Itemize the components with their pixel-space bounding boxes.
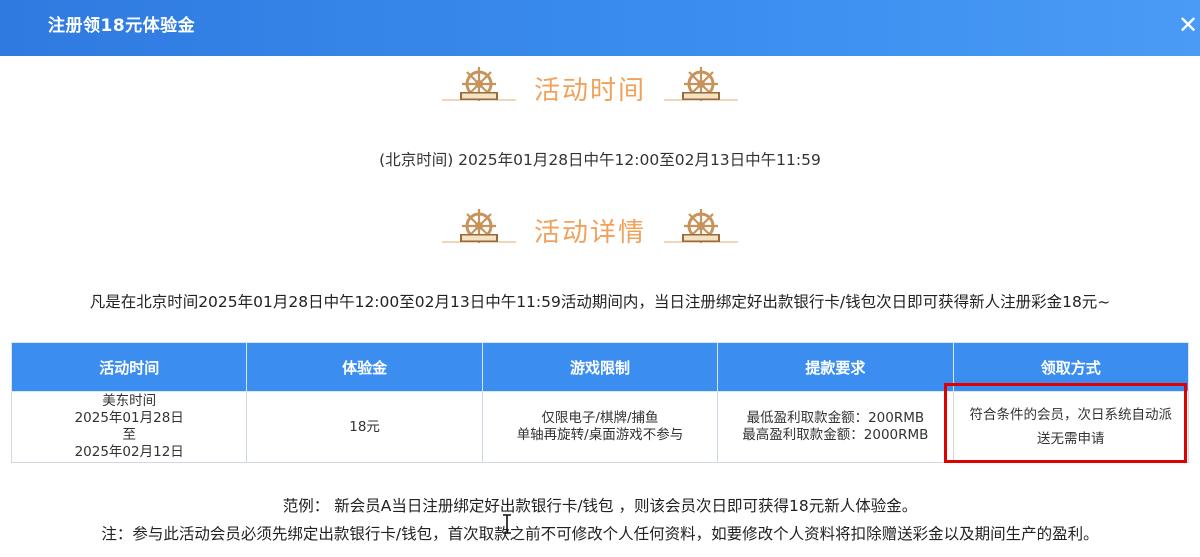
- dialog-title: 注册领18元体验金: [48, 16, 196, 36]
- activity-detail-text: 凡是在北京时间2025年01月28日中午12:00至02月13日中午11:59活…: [89, 293, 1111, 311]
- time-section-banner: 活动时间: [0, 64, 1200, 110]
- ship-wheel-icon: [664, 209, 738, 243]
- cell-activity-time: 美东时间 2025年01月28日 至 2025年02月12日: [10, 391, 248, 463]
- ship-wheel-icon: [442, 67, 516, 101]
- highlight-box: [944, 383, 1187, 463]
- header-withdraw-requirements: 提款要求: [717, 342, 954, 392]
- header-activity-time: 活动时间: [10, 342, 248, 392]
- text-cursor-icon: [503, 514, 511, 534]
- activity-time-text: (北京时间) 2025年01月28日中午12:00至02月13日中午11:59: [379, 151, 821, 169]
- cell-bonus-amount: 18元: [246, 391, 483, 463]
- time-section-title: 活动时间: [533, 76, 646, 106]
- terms-note: 注：参与此活动会员必须先绑定出款银行卡/钱包，首次取款之前不可修改个人任何资料，…: [101, 525, 1099, 543]
- dialog-header: 注册领18元体验金 ✕: [0, 0, 1200, 56]
- example-note: 范例： 新会员A当日注册绑定好出款银行卡/钱包 ，则该会员次日即可获得18元新人…: [282, 497, 918, 515]
- detail-section-banner: 活动详情: [0, 206, 1200, 252]
- cell-withdraw-requirements: 最低盈利取款金额：200RMB 最高盈利取款金额：2000RMB: [717, 391, 954, 463]
- header-bonus-amount: 体验金: [246, 342, 483, 392]
- ship-wheel-icon: [664, 67, 738, 101]
- ship-wheel-icon: [442, 209, 516, 243]
- detail-section-title: 活动详情: [533, 218, 646, 248]
- cell-game-limits: 仅限电子/棋牌/捕鱼 单轴再旋转/桌面游戏不参与: [481, 391, 719, 463]
- close-icon[interactable]: ✕: [1178, 12, 1200, 38]
- header-game-limits: 游戏限制: [481, 342, 719, 392]
